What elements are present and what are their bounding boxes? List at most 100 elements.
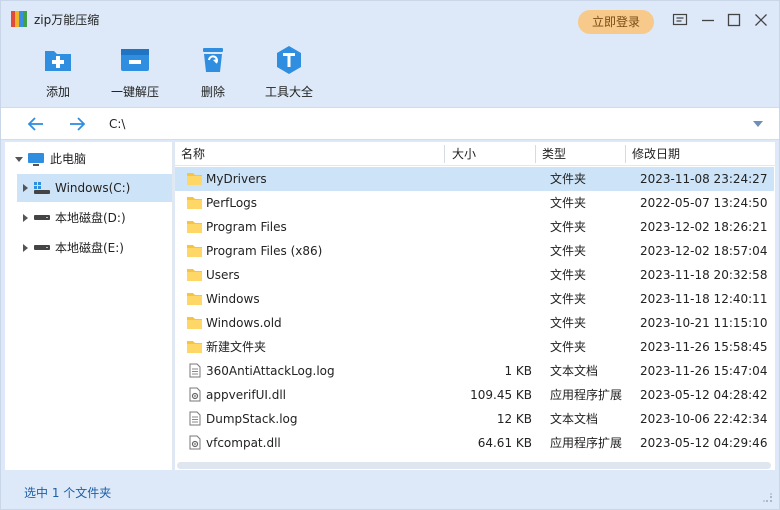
zip-app-logo-icon [11, 11, 27, 27]
table-row[interactable]: PerfLogs 文件夹 2022-05-07 13:24:50 [175, 191, 774, 215]
file-size: 109.45 KB [470, 388, 532, 402]
table-row[interactable]: Program Files (x86) 文件夹 2023-12-02 18:57:0… [175, 239, 774, 263]
dll-file-icon [189, 435, 201, 450]
table-row[interactable]: 新建文件夹 文件夹 2023-11-26 15:58:45 [175, 335, 774, 359]
folder-icon [187, 317, 202, 329]
folder-icon [187, 293, 202, 305]
table-row[interactable]: Users 文件夹 2023-11-18 20:32:58 [175, 263, 774, 287]
table-row[interactable]: MyDrivers 文件夹 2023-11-08 23:24:27 [175, 167, 774, 191]
column-divider[interactable] [625, 145, 626, 163]
extract-label: 一键解压 [110, 85, 159, 99]
file-name: Windows [206, 292, 260, 306]
feedback-icon[interactable] [672, 12, 688, 28]
table-row[interactable]: Windows.old 文件夹 2023-10-21 11:15:10 [175, 311, 774, 335]
address-bar: C:\ [1, 107, 779, 140]
file-list: 名称 大小 类型 修改日期 MyDrivers 文件夹 2023-11-08 23:… [175, 142, 775, 470]
file-name: appverifUI.dll [206, 388, 286, 402]
add-folder-icon [45, 51, 71, 71]
close-icon[interactable] [753, 12, 769, 28]
file-size: 12 KB [496, 412, 532, 426]
table-row[interactable]: Program Files 文件夹 2023-12-02 18:26:21 [175, 215, 774, 239]
forward-arrow-icon[interactable] [67, 115, 87, 133]
minimize-icon[interactable] [700, 12, 716, 28]
maximize-icon[interactable] [726, 12, 742, 28]
tools-button[interactable]: 工具大全 [254, 43, 324, 100]
file-type: 文件夹 [550, 340, 587, 354]
file-type: 文件夹 [550, 172, 587, 186]
column-header-date[interactable]: 修改日期 [632, 142, 680, 166]
chevron-down-icon[interactable] [753, 121, 763, 127]
tree-item-label: 此电脑 [50, 152, 87, 166]
tree-item-drive-d[interactable]: 本地磁盘(D:) [17, 204, 172, 232]
extract-button[interactable]: 一键解压 [100, 43, 170, 100]
status-text: 选中 1 个文件夹 [24, 486, 112, 500]
file-name: Users [206, 268, 240, 282]
file-name: Program Files [206, 220, 287, 234]
file-type: 应用程序扩展 [550, 388, 623, 402]
file-name: 新建文件夹 [206, 340, 267, 354]
file-name: 360AntiAttackLog.log [206, 364, 335, 378]
delete-label: 删除 [200, 85, 225, 99]
table-row[interactable]: 360AntiAttackLog.log 1 KB 文本文档 2023-11-26 1… [175, 359, 774, 383]
file-size [445, 191, 532, 215]
folder-icon [187, 173, 202, 185]
expand-caret-icon[interactable] [23, 244, 28, 252]
file-date: 2023-05-12 04:28:42 [640, 388, 768, 402]
status-bar: 选中 1 个文件夹 [1, 473, 779, 509]
tree-item-label: Windows(C:) [55, 181, 131, 195]
column-header-type[interactable]: 类型 [542, 142, 566, 166]
column-divider[interactable] [444, 145, 445, 163]
text-file-icon [189, 411, 201, 426]
drive-icon [34, 215, 50, 220]
expand-caret-icon[interactable] [23, 184, 28, 192]
file-date: 2023-11-18 20:32:58 [640, 268, 768, 282]
file-size [445, 311, 532, 335]
resize-grip-icon[interactable] [763, 493, 773, 503]
file-type: 文件夹 [550, 268, 587, 282]
list-header: 名称 大小 类型 修改日期 [175, 142, 775, 166]
file-name: PerfLogs [206, 196, 258, 210]
extract-icon [121, 49, 149, 71]
file-type: 应用程序扩展 [550, 436, 623, 450]
file-date: 2023-10-21 11:15:10 [640, 316, 768, 330]
table-row[interactable]: Windows 文件夹 2023-11-18 12:40:11 [175, 287, 774, 311]
file-size [445, 215, 532, 239]
tree-item-drive-e[interactable]: 本地磁盘(E:) [17, 234, 172, 262]
file-date: 2023-11-08 23:24:27 [640, 172, 768, 186]
file-date: 2022-05-07 13:24:50 [640, 196, 768, 210]
app-title: zip万能压缩 [34, 13, 100, 27]
table-row[interactable]: DumpStack.log 12 KB 文本文档 2023-10-06 22:42:3… [175, 407, 774, 431]
horizontal-scrollbar[interactable] [177, 462, 771, 469]
address-path[interactable]: C:\ [109, 117, 125, 131]
back-arrow-icon[interactable] [26, 115, 46, 133]
computer-icon [28, 153, 44, 166]
column-divider[interactable] [535, 145, 536, 163]
folder-tree: 此电脑 Windows(C:) 本地磁盘(D:) 本地磁盘(E:) [5, 142, 173, 470]
title-bar: zip万能压缩 立即登录 [1, 1, 779, 37]
file-type: 文件夹 [550, 244, 587, 258]
login-button[interactable]: 立即登录 [578, 10, 654, 34]
file-date: 2023-11-26 15:47:04 [640, 364, 768, 378]
expand-caret-icon[interactable] [15, 157, 23, 162]
tree-item-this-pc[interactable]: 此电脑 [5, 145, 171, 173]
file-size [445, 167, 532, 191]
file-type: 文件夹 [550, 292, 587, 306]
folder-icon [187, 341, 202, 353]
delete-button[interactable]: 删除 [178, 43, 248, 100]
column-header-size[interactable]: 大小 [452, 142, 476, 166]
table-row[interactable]: appverifUI.dll 109.45 KB 应用程序扩展 2023-05-12 … [175, 383, 774, 407]
add-button[interactable]: 添加 [23, 43, 93, 100]
tree-item-drive-c[interactable]: Windows(C:) [17, 174, 172, 202]
file-size [445, 239, 532, 263]
folder-icon [187, 221, 202, 233]
file-name: vfcompat.dll [206, 436, 281, 450]
column-header-name[interactable]: 名称 [181, 142, 205, 166]
table-row[interactable]: vfcompat.dll 64.61 KB 应用程序扩展 2023-05-12 04:… [175, 431, 774, 455]
file-type: 文本文档 [550, 364, 599, 378]
trash-icon [203, 48, 223, 72]
file-size [445, 287, 532, 311]
expand-caret-icon[interactable] [23, 214, 28, 222]
file-type: 文本文档 [550, 412, 599, 426]
file-date: 2023-05-12 04:29:46 [640, 436, 768, 450]
file-name: MyDrivers [206, 172, 267, 186]
